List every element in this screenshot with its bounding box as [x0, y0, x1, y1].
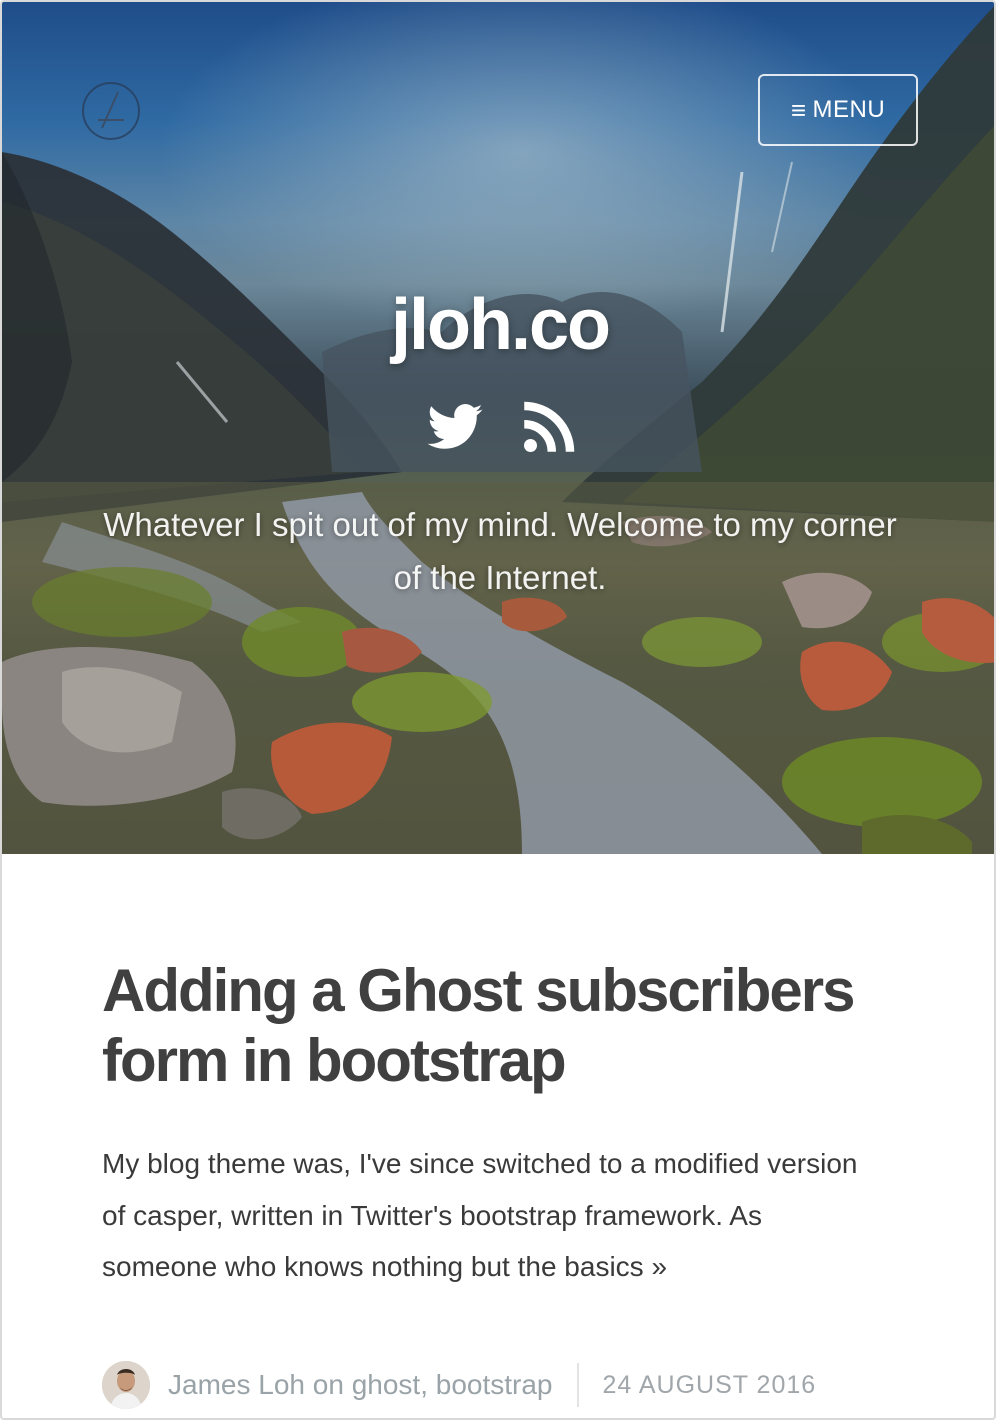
post-excerpt: My blog theme was, I've since switched t… — [102, 1138, 862, 1293]
tag-separator: , — [420, 1369, 428, 1400]
rss-icon[interactable] — [518, 398, 578, 458]
on-word: on — [312, 1369, 344, 1400]
site-tagline: Whatever I spit out of my mind. Welcome … — [103, 506, 897, 596]
post-meta: James Loh on ghost, bootstrap 24 AUGUST … — [102, 1358, 902, 1412]
menu-label: MENU — [812, 96, 886, 123]
meta-divider — [576, 1363, 579, 1407]
tag-link-ghost[interactable]: ghost — [352, 1369, 421, 1400]
site-title[interactable]: jloh.co — [2, 284, 994, 366]
hamburger-icon: ≡ — [790, 95, 807, 125]
post-byline: James Loh on ghost, bootstrap — [168, 1369, 553, 1401]
tag-link-bootstrap[interactable]: bootstrap — [436, 1369, 553, 1400]
post-title-link[interactable]: Adding a Ghost subscribers form in boots… — [102, 956, 902, 1096]
twitter-icon[interactable] — [422, 398, 488, 458]
author-link[interactable]: James Loh — [168, 1369, 305, 1400]
social-links — [422, 398, 582, 462]
read-more-link[interactable]: » — [651, 1251, 667, 1282]
browser-page: ≡ MENU jloh.co Whatever I spit out of my… — [0, 0, 996, 1420]
author-avatar[interactable] — [102, 1361, 150, 1409]
menu-button[interactable]: ≡ MENU — [758, 74, 918, 146]
post-excerpt-text: My blog theme was, I've since switched t… — [102, 1148, 858, 1282]
site-logo-icon[interactable] — [82, 82, 140, 140]
hero-cover: ≡ MENU jloh.co Whatever I spit out of my… — [2, 2, 994, 854]
post-date: 24 AUGUST 2016 — [602, 1370, 817, 1399]
post-preview: Adding a Ghost subscribers form in boots… — [102, 956, 902, 1293]
